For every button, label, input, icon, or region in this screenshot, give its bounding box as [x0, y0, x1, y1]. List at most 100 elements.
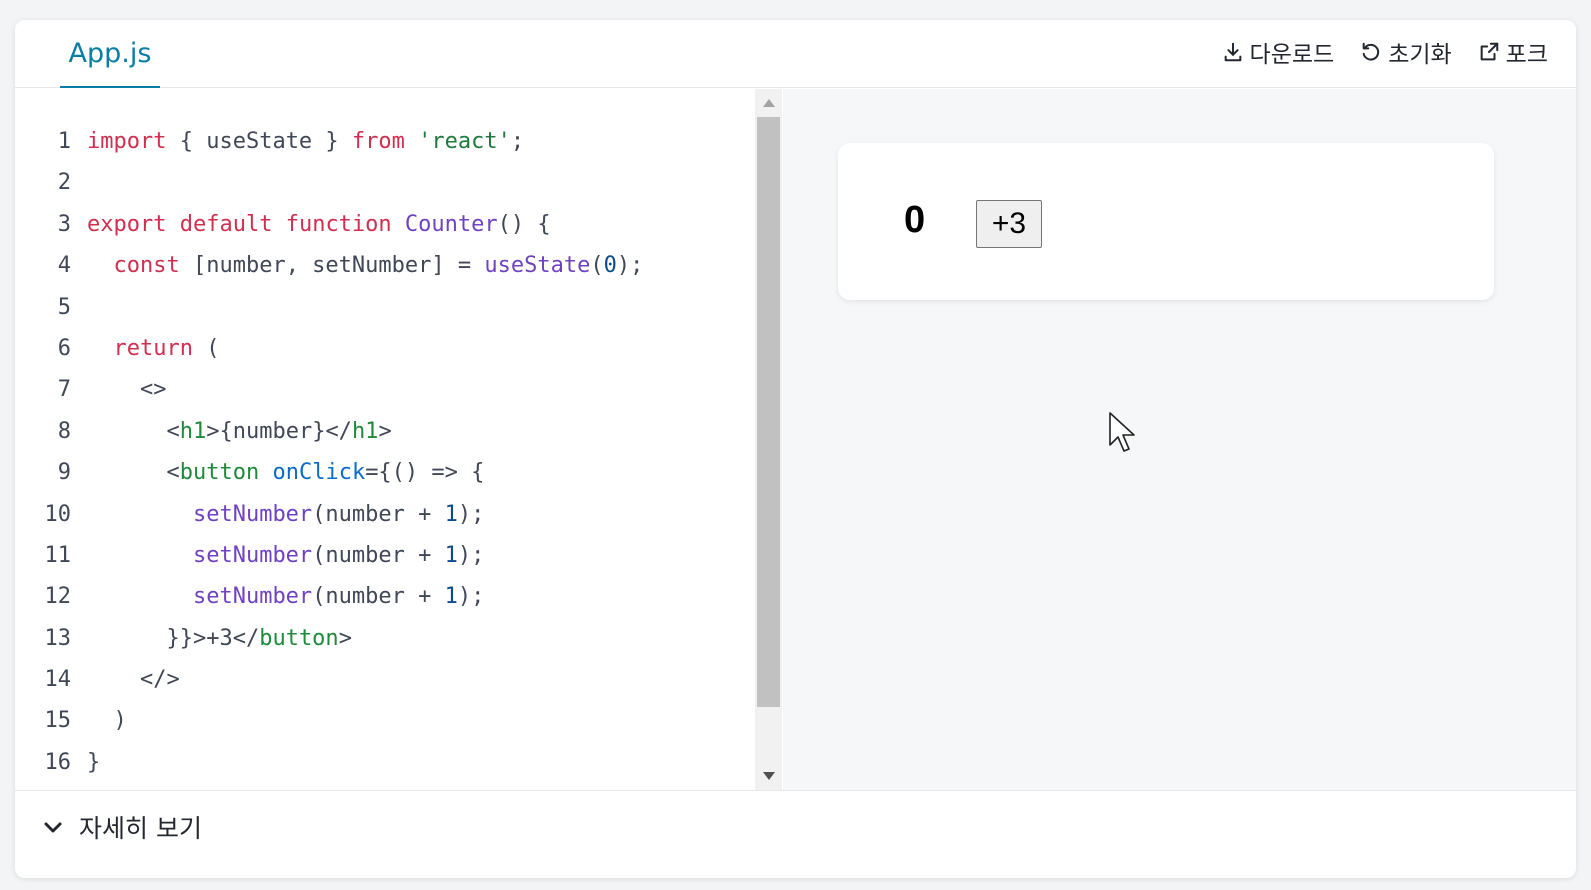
- line-number: 16: [44, 749, 72, 775]
- code-text: ={() => {: [365, 460, 485, 486]
- line-number: 5: [57, 294, 71, 320]
- code-text: );: [457, 542, 485, 568]
- header-actions: 다운로드 초기화 포크: [1222, 20, 1548, 84]
- show-more-label: 자세히 보기: [79, 814, 202, 843]
- scrollbar-thumb[interactable]: [757, 117, 780, 707]
- code-text: <: [166, 460, 180, 486]
- code-keyword: export: [87, 211, 167, 237]
- download-label: 다운로드: [1249, 42, 1335, 68]
- code-text: >: [338, 625, 352, 651]
- code-function: setNumber: [192, 501, 313, 527]
- download-button[interactable]: 다운로드: [1222, 35, 1335, 69]
- preview-pane: 0 +3: [783, 89, 1576, 790]
- sandbox-container: App.js 다운로드 초기화 포크 1 import {useState}…: [15, 20, 1576, 878]
- line-number: 14: [44, 667, 72, 693]
- code-function: useState: [484, 253, 591, 279]
- code-line: 11 setNumber (number + 1);: [15, 535, 755, 576]
- line-number: 9: [57, 460, 71, 486]
- code-text: </>: [139, 667, 180, 693]
- fork-icon: [1480, 42, 1498, 61]
- line-number: 8: [57, 418, 71, 444]
- code-text: );: [457, 584, 485, 610]
- line-number: 2: [57, 170, 71, 196]
- code-text: [number, setNumber] =: [179, 253, 485, 279]
- code-text: ): [113, 708, 127, 734]
- code-keyword: function: [285, 211, 392, 237]
- download-icon: [1224, 42, 1241, 62]
- code-area[interactable]: 1 import { useState } from 'react'; 2 3 …: [15, 121, 755, 783]
- tab-app-js[interactable]: App.js: [60, 20, 160, 88]
- code-line: 9 < button onClick ={() => {: [15, 452, 755, 493]
- code-number: 1: [444, 542, 458, 568]
- mouse-cursor-icon: [1109, 412, 1135, 452]
- code-keyword: default: [179, 211, 273, 237]
- preview-card: 0 +3: [838, 143, 1494, 300]
- reset-button[interactable]: 초기화: [1360, 35, 1452, 69]
- line-number: 3: [57, 211, 71, 237]
- code-line: 7 <>: [15, 369, 755, 410]
- code-line: 5: [15, 287, 755, 328]
- code-tag: button: [259, 625, 339, 651]
- code-line: 6 return (: [15, 328, 755, 369]
- plus-three-button[interactable]: +3: [976, 200, 1042, 248]
- line-number: 7: [57, 377, 71, 403]
- code-text: { useState }: [166, 129, 352, 154]
- code-text: ;: [510, 129, 525, 154]
- code-text: (number +: [312, 501, 445, 527]
- code-keyword: const: [113, 253, 180, 279]
- code-number: 1: [444, 584, 458, 610]
- chevron-down-icon: [44, 822, 62, 833]
- code-text: );: [616, 253, 644, 279]
- code-tag: button: [179, 460, 260, 486]
- line-number: 10: [44, 501, 72, 527]
- line-number: 1: [57, 129, 71, 154]
- line-number: 12: [44, 584, 72, 610]
- code-text: }}>+3</: [166, 625, 260, 651]
- code-editor[interactable]: 1 import { useState } from 'react'; 2 3 …: [15, 89, 782, 790]
- code-attribute: onClick: [272, 460, 366, 486]
- code-text: () {: [497, 211, 551, 237]
- code-keyword: from: [351, 129, 405, 154]
- code-tag: h1: [179, 418, 207, 444]
- code-line: 4 const [number, setNumber] = useState(0…: [15, 245, 755, 286]
- code-line: 16 }: [15, 742, 755, 783]
- line-number: 13: [44, 625, 72, 651]
- reset-label: 초기화: [1388, 42, 1452, 68]
- code-function: setNumber: [192, 584, 313, 610]
- line-number: 4: [57, 253, 71, 279]
- counter-value: 0: [904, 199, 926, 241]
- fork-button[interactable]: 포크: [1478, 35, 1548, 69]
- editor-scrollbar[interactable]: [755, 89, 782, 790]
- line-number: 6: [57, 335, 71, 361]
- scroll-up-arrow[interactable]: [755, 91, 782, 115]
- code-function: Counter: [404, 211, 498, 237]
- code-text: (: [590, 253, 604, 279]
- code-line: 14 </>: [15, 659, 755, 700]
- code-number: 0: [603, 253, 617, 279]
- code-line: 1 import { useState } from 'react';: [15, 121, 755, 162]
- code-string: 'react': [418, 129, 511, 154]
- code-text: (number +: [312, 542, 445, 568]
- code-line: 15 ): [15, 700, 755, 741]
- line-number: 15: [44, 708, 72, 734]
- code-text: <: [166, 418, 180, 444]
- code-text: <>: [139, 377, 167, 403]
- code-line: 10 setNumber (number + 1);: [15, 494, 755, 535]
- show-more-button[interactable]: 자세히 보기: [41, 809, 202, 845]
- code-text: }: [87, 749, 101, 775]
- code-keyword: import: [87, 129, 167, 154]
- code-text: );: [457, 501, 485, 527]
- code-keyword: return: [113, 335, 193, 361]
- code-text: >{number}</: [206, 418, 352, 444]
- code-line: 3 export default function Counter() {: [15, 204, 755, 245]
- sandbox-footer: 자세히 보기: [15, 790, 1576, 878]
- code-text: (number +: [312, 584, 445, 610]
- code-text: >: [378, 418, 392, 444]
- sandbox-header: App.js 다운로드 초기화 포크: [15, 20, 1576, 88]
- code-number: 1: [444, 501, 458, 527]
- code-tag: h1: [351, 418, 379, 444]
- reset-icon: [1362, 42, 1380, 61]
- scroll-down-arrow[interactable]: [755, 764, 782, 788]
